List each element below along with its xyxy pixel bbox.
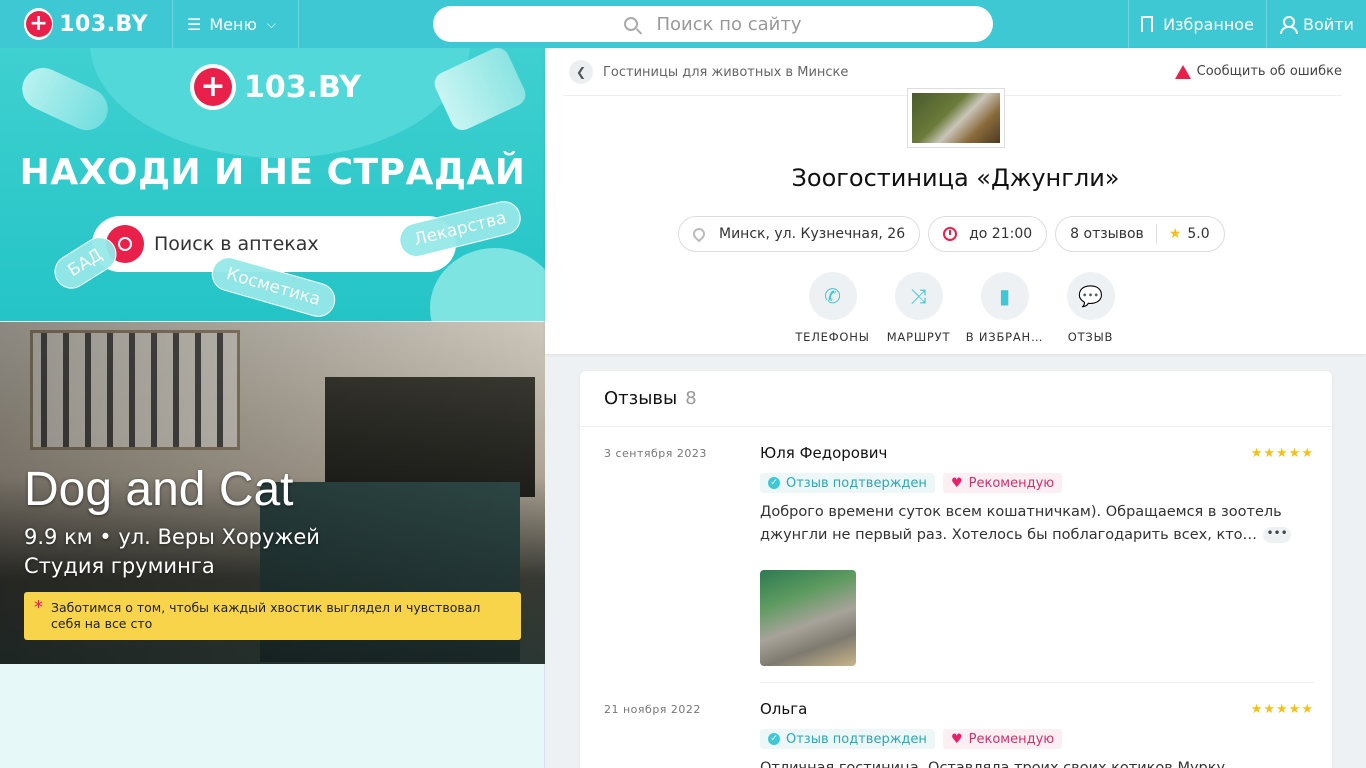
place-title: Зоогостиница «Джунгли» — [791, 164, 1120, 192]
reviews-section: Отзывы 8 3 сентября 2023 Юля Федорович ★… — [580, 371, 1332, 768]
recommend-badge-label: Рекомендую — [968, 731, 1055, 747]
breadcrumb-label[interactable]: Гостиницы для животных в Минске — [603, 65, 848, 80]
login-label: Войти — [1303, 14, 1354, 34]
verified-badge: ✓ Отзыв подтвержден — [760, 729, 935, 749]
recommend-badge: ♥ Рекомендую — [943, 729, 1063, 749]
chat-icon[interactable]: 💬 — [1066, 272, 1115, 320]
login-button[interactable]: Войти — [1266, 0, 1366, 48]
promo-note-text: Заботимся о том, чтобы каждый хвостик вы… — [51, 600, 481, 631]
warning-icon — [1174, 64, 1191, 79]
report-error-link[interactable]: Сообщить об ошибке — [1174, 64, 1342, 79]
review-author[interactable]: Ольга — [760, 700, 807, 718]
breadcrumb[interactable]: ❮ Гостиницы для животных в Минске — [569, 60, 848, 84]
left-sidebar: + 103.BY НАХОДИ И НЕ СТРАДАЙ Поиск в апт… — [0, 48, 545, 768]
rating-chip[interactable]: 8 отзывов ★ 5.0 — [1055, 216, 1225, 252]
search-placeholder: Поиск по сайту — [656, 13, 802, 35]
phones-action[interactable]: ✆ ТЕЛЕФОНЫ — [795, 272, 869, 344]
promo-category: Студия груминга — [24, 554, 215, 578]
heart-icon: ♥ — [951, 731, 963, 747]
banner-slogan: НАХОДИ И НЕ СТРАДАЙ — [19, 152, 526, 193]
promo-grooming-studio[interactable]: Dog and Cat 9.9 км • ул. Веры Хоружей Ст… — [0, 322, 545, 664]
place-card: ❮ Гостиницы для животных в Минске Сообщи… — [545, 48, 1366, 354]
promo-distance-address: 9.9 км • ул. Веры Хоружей — [24, 525, 320, 549]
review-date: 3 сентября 2023 — [604, 447, 707, 460]
route-icon[interactable]: ⤨ — [894, 272, 943, 320]
banner-logo: + 103.BY — [190, 64, 361, 110]
banner-logo-text: 103.BY — [244, 69, 361, 105]
bookmark-icon[interactable]: ▮ — [980, 272, 1029, 320]
review-author[interactable]: Юля Федорович — [760, 444, 887, 462]
review-item: 21 ноября 2022 Ольга ★★★★★ ✓ Отзыв подтв… — [580, 683, 1332, 768]
chip-separator — [1155, 224, 1157, 244]
check-icon: ✓ — [768, 733, 780, 745]
review-text-body: Доброго времени суток всем кошатничкам).… — [760, 504, 1282, 543]
banner-search-label: Поиск в аптеках — [154, 233, 319, 255]
site-logo[interactable]: + 103.BY — [0, 0, 173, 48]
report-error-label: Сообщить об ошибке — [1196, 64, 1342, 79]
review-stars: ★★★★★ — [1250, 446, 1314, 461]
favorite-action-label: В ИЗБРАН… — [965, 330, 1044, 344]
chevron-down-icon: ⌵ — [266, 16, 277, 31]
location-pin-icon — [690, 225, 708, 243]
pharmacy-search-banner[interactable]: + 103.BY НАХОДИ И НЕ СТРАДАЙ Поиск в апт… — [0, 48, 545, 321]
site-search-input[interactable]: Поиск по сайту — [433, 6, 993, 42]
favorites-button[interactable]: Избранное — [1128, 0, 1266, 48]
top-navigation-bar: + 103.BY ☰ Меню ⌵ Поиск по сайту Избранн… — [0, 0, 1366, 48]
phones-action-label: ТЕЛЕФОНЫ — [795, 330, 870, 344]
check-icon: ✓ — [768, 477, 780, 489]
place-actions: ✆ ТЕЛЕФОНЫ ⤨ МАРШРУТ ▮ В ИЗБРАН… 💬 ОТЗЫВ — [545, 272, 1366, 344]
recommend-badge-label: Рекомендую — [968, 475, 1055, 491]
banner-logo-cross-icon: + — [190, 64, 236, 110]
review-item: 3 сентября 2023 Юля Федорович ★★★★★ ✓ От… — [580, 427, 1332, 683]
menu-button[interactable]: ☰ Меню ⌵ — [173, 0, 299, 48]
review-date: 21 ноября 2022 — [604, 703, 701, 716]
menu-label: Меню — [209, 14, 257, 34]
review-action-label: ОТЗЫВ — [1067, 330, 1114, 344]
route-action[interactable]: ⤨ МАРШРУТ — [887, 272, 950, 344]
address-text: Минск, ул. Кузнечная, 26 — [719, 226, 906, 242]
place-photo[interactable] — [907, 88, 1005, 148]
review-text: Отличная гостиница. Оставляла троих свои… — [760, 760, 1226, 768]
verified-badge-label: Отзыв подтвержден — [786, 475, 927, 491]
hours-chip[interactable]: до 21:00 — [928, 216, 1048, 252]
promo-title: Dog and Cat — [24, 463, 294, 516]
favorite-action[interactable]: ▮ В ИЗБРАН… — [966, 272, 1042, 344]
heart-icon: ♥ — [951, 475, 963, 491]
promo-note: * Заботимся о том, чтобы каждый хвостик … — [24, 592, 521, 640]
search-icon — [624, 17, 639, 31]
place-info-chips: Минск, ул. Кузнечная, 26 до 21:00 8 отзы… — [678, 216, 1225, 252]
expand-review-button[interactable]: ••• — [1263, 527, 1292, 543]
review-stars: ★★★★★ — [1250, 702, 1314, 717]
reviews-heading: Отзывы 8 — [580, 371, 1332, 427]
asterisk-icon: * — [34, 597, 43, 618]
hamburger-icon: ☰ — [187, 14, 202, 34]
favorites-label: Избранное — [1163, 14, 1254, 34]
verified-badge: ✓ Отзыв подтвержден — [760, 473, 935, 493]
main-content: ❮ Гостиницы для животных в Минске Сообщи… — [545, 48, 1366, 768]
review-action[interactable]: 💬 ОТЗЫВ — [1066, 272, 1115, 344]
star-icon: ★ — [1168, 226, 1182, 242]
recommend-badge: ♥ Рекомендую — [943, 473, 1063, 493]
reviews-heading-label: Отзывы — [604, 388, 678, 409]
logo-cross-icon: + — [24, 8, 54, 40]
bookmark-icon — [1141, 16, 1154, 32]
route-action-label: МАРШРУТ — [886, 330, 951, 344]
address-chip[interactable]: Минск, ул. Кузнечная, 26 — [678, 216, 921, 252]
phone-icon[interactable]: ✆ — [808, 272, 857, 320]
verified-badge-label: Отзыв подтвержден — [786, 731, 927, 747]
hours-text: до 21:00 — [969, 226, 1033, 242]
user-icon — [1279, 16, 1299, 34]
rating-value: 5.0 — [1187, 226, 1210, 242]
reviews-count-text: 8 отзывов — [1070, 226, 1144, 242]
clock-icon — [943, 227, 958, 241]
reviews-heading-count: 8 — [685, 388, 697, 409]
back-arrow-icon[interactable]: ❮ — [569, 60, 593, 84]
logo-text: 103.BY — [59, 11, 148, 37]
review-text: Доброго времени суток всем кошатничкам).… — [760, 501, 1310, 547]
review-photo[interactable] — [760, 570, 856, 666]
